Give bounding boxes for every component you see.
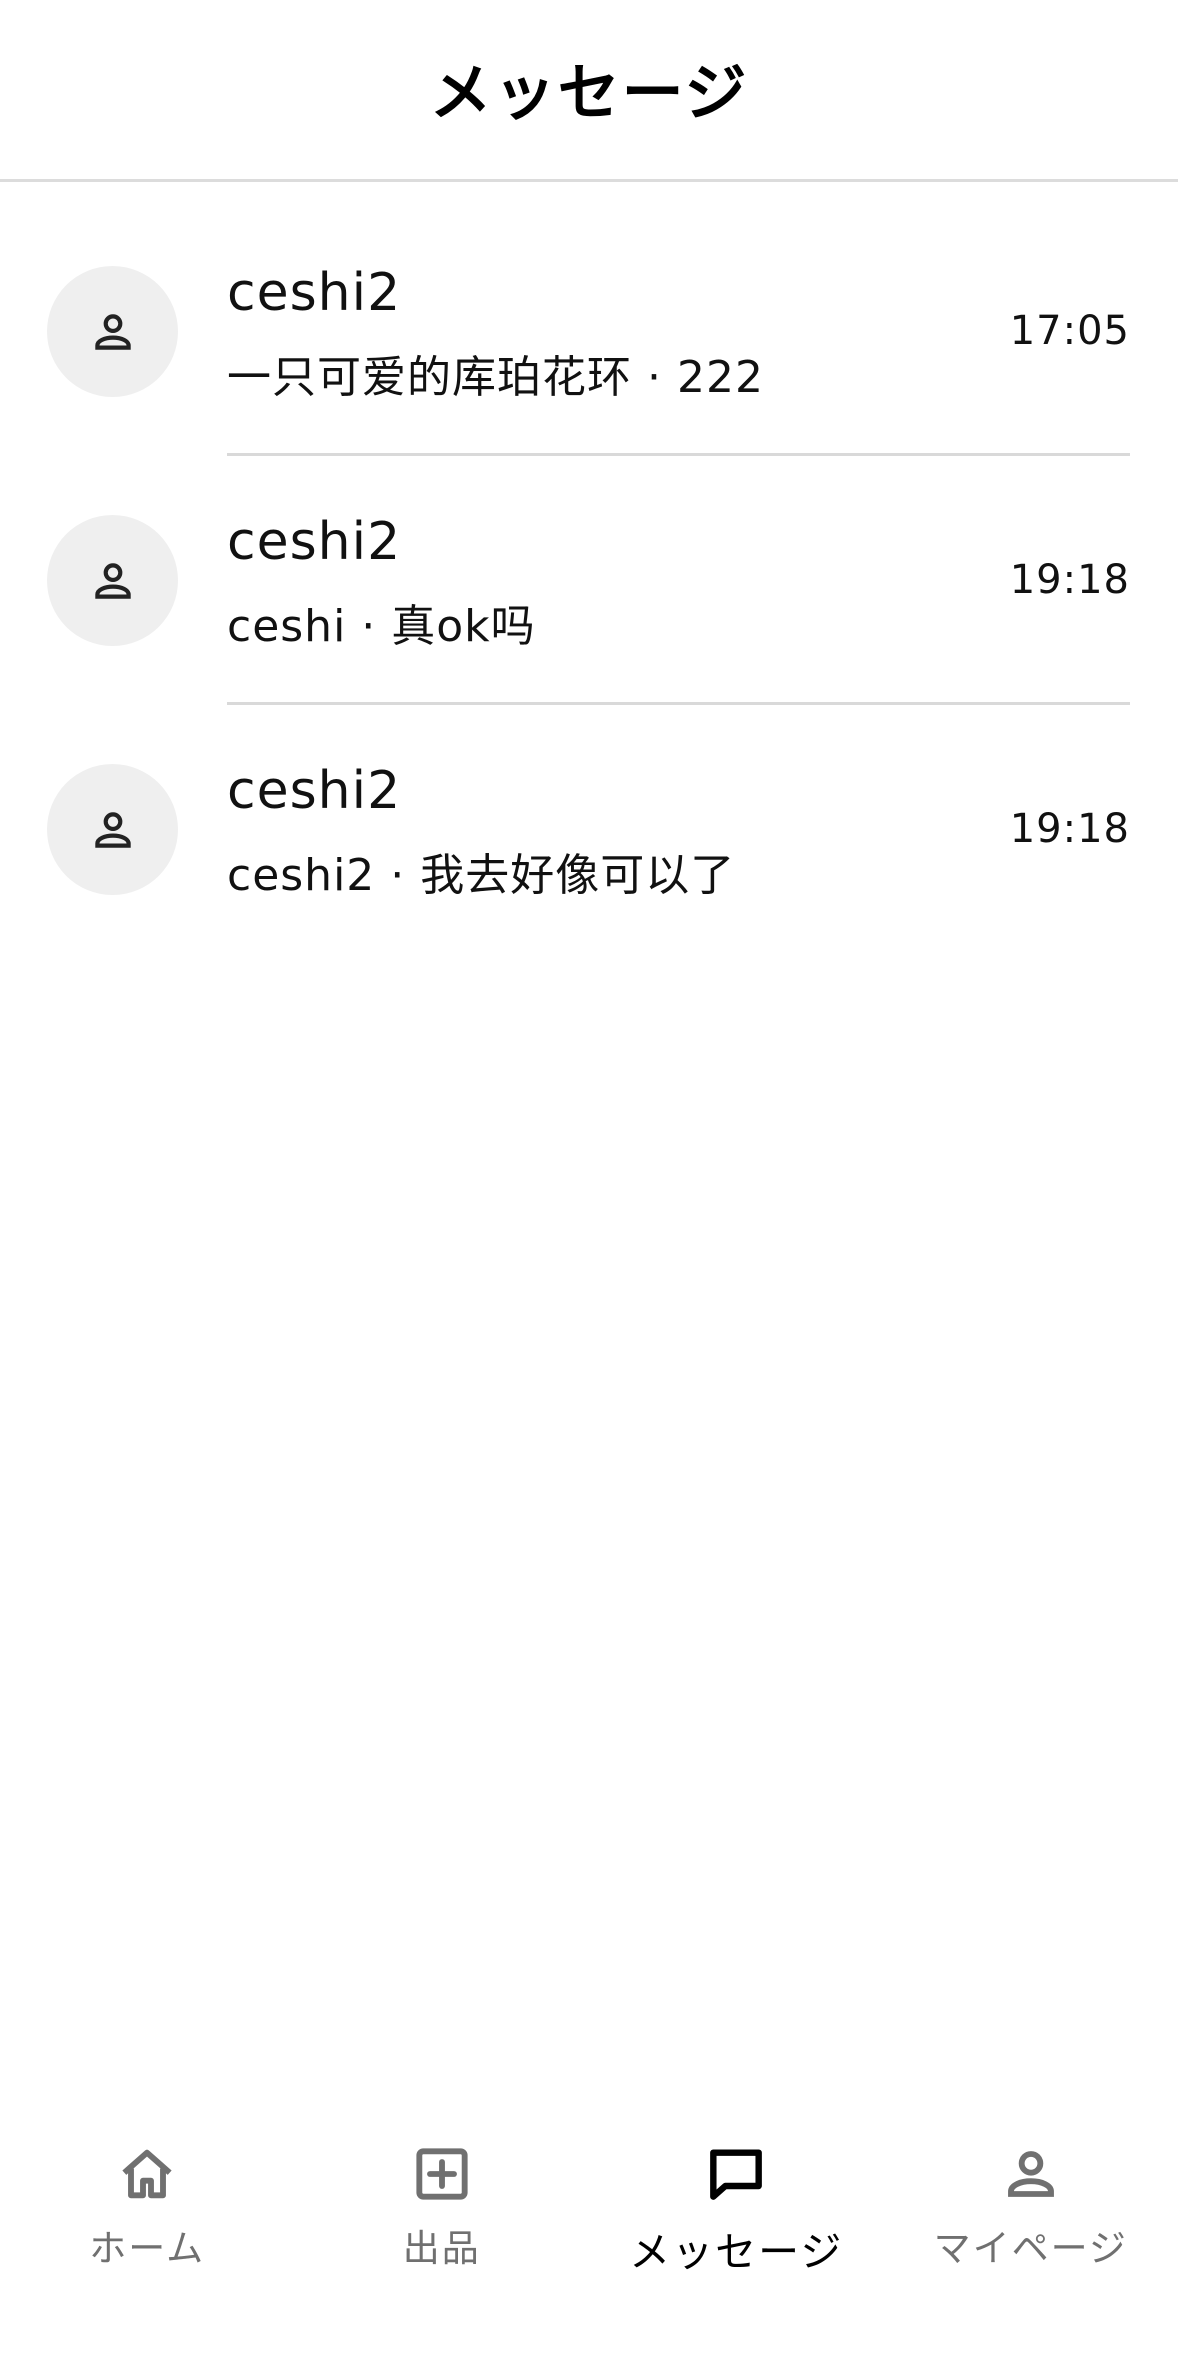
person-icon <box>94 313 131 350</box>
person-icon <box>94 562 131 599</box>
tab-label: 出品 <box>402 2227 481 2270</box>
tab-mypage[interactable]: マイページ <box>884 2120 1178 2356</box>
person-icon <box>999 2142 1063 2206</box>
page-title: メッセージ <box>429 55 749 129</box>
tab-label: メッセージ <box>629 2228 844 2276</box>
conversation-name: ceshi2 <box>227 761 402 821</box>
conversation-time: 19:18 <box>1009 806 1130 852</box>
avatar <box>47 764 178 895</box>
tab-label: マイページ <box>933 2227 1128 2270</box>
plus-square-icon <box>410 2142 474 2206</box>
chat-bubble-icon <box>704 2142 768 2206</box>
conversation-row[interactable]: ceshi2 ceshi · 真ok吗 19:18 <box>0 432 1178 705</box>
conversation-time: 19:18 <box>1009 557 1130 603</box>
conversation-name: ceshi2 <box>227 263 402 323</box>
conversation-preview: ceshi · 真ok吗 <box>227 601 536 652</box>
conversation-preview: 一只可爱的库珀花环 · 222 <box>227 352 764 403</box>
person-icon <box>94 811 131 848</box>
home-icon <box>115 2142 179 2206</box>
tab-messages[interactable]: メッセージ <box>589 2120 884 2356</box>
avatar <box>47 515 178 646</box>
conversation-row[interactable]: ceshi2 一只可爱的库珀花环 · 222 17:05 <box>0 183 1178 456</box>
conversation-preview: ceshi2 · 我去好像可以了 <box>227 850 736 901</box>
page-header: メッセージ <box>0 0 1178 182</box>
conversation-time: 17:05 <box>1009 308 1130 354</box>
conversation-name: ceshi2 <box>227 512 402 572</box>
bottom-tab-bar: ホーム 出品 メッセージ マイページ <box>0 2120 1178 2356</box>
tab-listing[interactable]: 出品 <box>295 2120 590 2356</box>
avatar <box>47 266 178 397</box>
tab-home[interactable]: ホーム <box>0 2120 295 2356</box>
conversation-row[interactable]: ceshi2 ceshi2 · 我去好像可以了 19:18 <box>0 681 1178 930</box>
tab-label: ホーム <box>89 2227 206 2270</box>
